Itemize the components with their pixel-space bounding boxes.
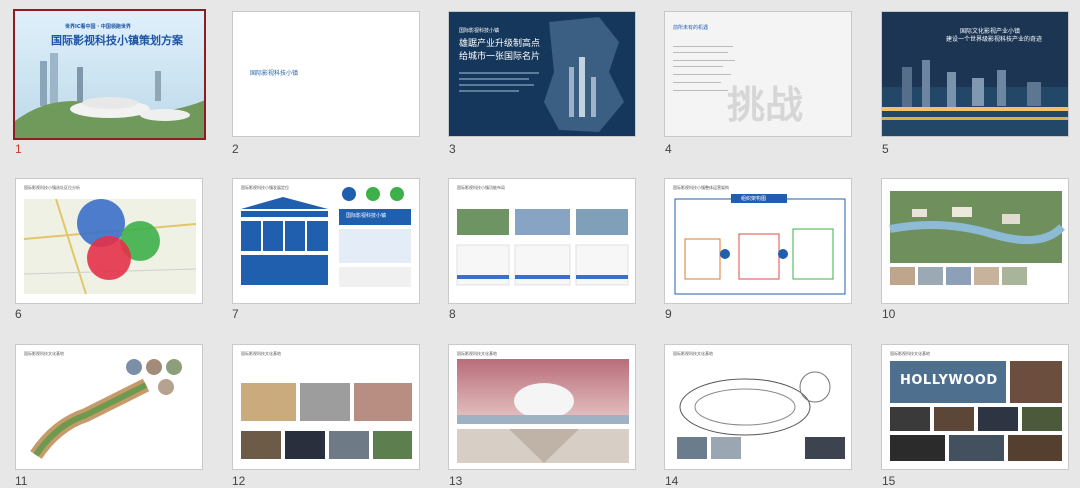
slide-thumbnail-4[interactable]: 前所未有的机遇 挑战 bbox=[664, 11, 852, 137]
slide-thumbnail-5[interactable]: 国际文化影视产业小镇 建设一个世界级影视科技产业的奇迹 bbox=[881, 11, 1069, 137]
slide-watermark: 挑战 bbox=[727, 83, 804, 127]
slide-heading: 前所未有的机遇 bbox=[673, 25, 709, 31]
slide-number: 5 bbox=[882, 142, 889, 156]
slide-thumbnail-10[interactable] bbox=[881, 178, 1069, 304]
slide-number: 9 bbox=[665, 307, 672, 321]
culture-base-images bbox=[241, 383, 412, 459]
slide-thumbnail-9[interactable]: 国际影视科技小镇整体运营架构 组织架构图 bbox=[664, 178, 852, 304]
slide-number: 6 bbox=[15, 307, 22, 321]
slide-thumbnail-6[interactable]: 国际影视科技小镇选址区位分析 bbox=[15, 178, 203, 304]
slide-thumbnail-14[interactable]: 国际影视科技文化基地 bbox=[664, 344, 852, 470]
slide-headline-2: 建设一个世界级影视科技产业的奇迹 bbox=[946, 36, 1043, 43]
slide-kicker: 国际影视科技小镇 bbox=[459, 28, 500, 34]
box-title: 国际影视科技小镇 bbox=[346, 213, 387, 219]
slide-thumbnail-1[interactable]: 世界IC看中国 · 中国领跑世界 国际影视科技小镇策划方案 bbox=[13, 9, 206, 140]
slide-thumbnail-11[interactable]: 国际影视科技文化基地 bbox=[15, 344, 203, 470]
slide-subtitle: 世界IC看中国 · 中国领跑世界 bbox=[65, 24, 131, 30]
city-skyline-image bbox=[15, 11, 204, 138]
hollywood-images bbox=[890, 361, 1062, 461]
slide-thumbnail-12[interactable]: 国际影视科技文化基地 bbox=[232, 344, 420, 470]
slide-number: 2 bbox=[232, 142, 239, 156]
site-plan-sketch bbox=[677, 371, 845, 459]
slide-number: 4 bbox=[665, 142, 672, 156]
diagram-banner: 组织架构图 bbox=[741, 196, 767, 202]
slide-number: 8 bbox=[449, 307, 456, 321]
stadium-render-image bbox=[457, 359, 629, 463]
slide-number: 7 bbox=[232, 307, 239, 321]
aerial-village-image bbox=[889, 191, 1065, 285]
function-layout-images bbox=[456, 209, 629, 286]
slide-thumbnail-3[interactable]: 国际影视科技小镇 雄踞产业升级制高点 给城市一张国际名片 bbox=[448, 11, 636, 137]
slide-number: 3 bbox=[449, 142, 456, 156]
slide-thumbnail-2[interactable]: 国际影视科技小镇 bbox=[232, 11, 420, 137]
slide-number: 1 bbox=[15, 142, 22, 156]
slide-headline-2: 给城市一张国际名片 bbox=[459, 52, 541, 62]
slide-thumbnail-8[interactable]: 国际影视科技小镇功能布局 bbox=[448, 178, 636, 304]
slide-title: 国际影视科技小镇策划方案 bbox=[51, 34, 183, 47]
slide-number: 10 bbox=[882, 307, 896, 321]
positioning-diagram bbox=[241, 187, 411, 287]
location-map-image bbox=[23, 198, 197, 295]
slide-thumbnail-15[interactable]: 国际影视科技文化基地 HOLLYWOOD bbox=[881, 344, 1069, 470]
slide-title: 国际影视科技小镇 bbox=[250, 70, 299, 77]
slide-headline-1: 雄踞产业升级制高点 bbox=[459, 39, 541, 49]
masterplan-image bbox=[30, 359, 182, 459]
slide-thumbnail-7[interactable]: 国际影视科技小镇发展定位 国际影视科技小镇 bbox=[232, 178, 420, 304]
slide-thumbnail-13[interactable]: 国际影视科技文化基地 bbox=[448, 344, 636, 470]
hollywood-sign: HOLLYWOOD bbox=[900, 373, 998, 388]
